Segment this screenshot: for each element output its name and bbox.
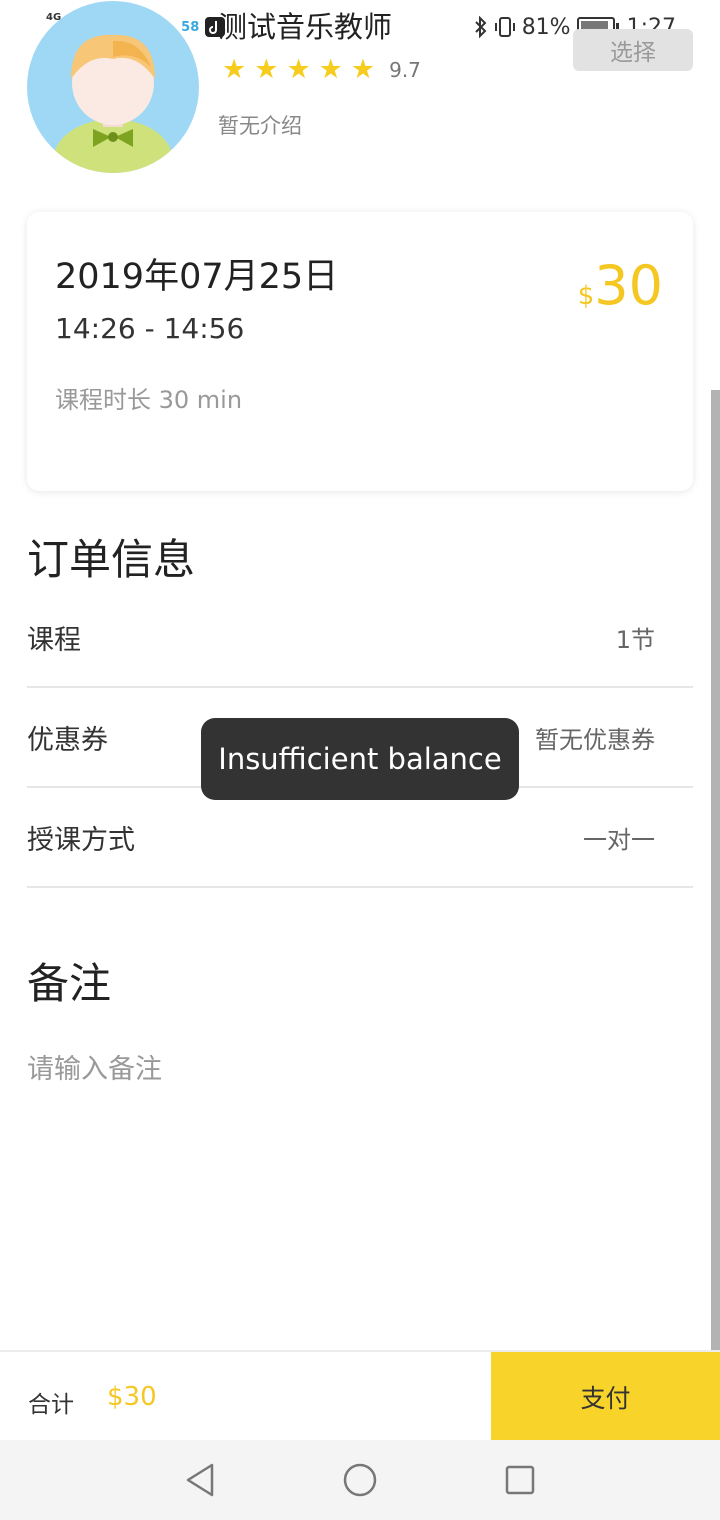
- total-value: $30: [107, 1382, 157, 1412]
- bluetooth-icon: [474, 16, 487, 38]
- teacher-rating: ★ ★ ★ ★ ★ 9.7: [222, 56, 421, 83]
- total-label: 合计: [28, 1392, 74, 1418]
- course-value: 1节: [615, 626, 655, 654]
- rating-score: 9.7: [389, 57, 421, 82]
- back-nav-icon[interactable]: [184, 1462, 216, 1498]
- scrollbar[interactable]: [711, 390, 720, 1435]
- select-button[interactable]: 选择: [573, 29, 693, 71]
- recents-nav-icon[interactable]: [504, 1464, 536, 1496]
- remarks-input[interactable]: [27, 1045, 667, 1093]
- coupon-value[interactable]: 暂无优惠券: [535, 720, 655, 755]
- lesson-date: 2019年07月25日: [55, 257, 339, 297]
- teacher-avatar: [27, 1, 199, 173]
- star-icon: ★: [318, 54, 343, 85]
- lesson-duration: 课程时长 30 min: [55, 386, 243, 414]
- star-icon: ★: [286, 54, 311, 85]
- remarks-title: 备注: [27, 959, 112, 1008]
- battery-percent: 81%: [521, 14, 571, 40]
- price-amount: 30: [594, 254, 663, 317]
- lesson-price: $30: [578, 254, 663, 317]
- vibrate-icon: [494, 17, 515, 37]
- pay-button[interactable]: 支付: [491, 1352, 720, 1442]
- system-nav-bar: [0, 1440, 720, 1520]
- course-label: 课程: [27, 625, 81, 656]
- avatar-illustration: [53, 34, 173, 173]
- order-row-course: 课程 1节: [27, 586, 693, 688]
- checkout-bar: 合计 $30 支付: [0, 1350, 720, 1442]
- order-info-title: 订单信息: [27, 535, 196, 584]
- teaching-mode-label: 授课方式: [27, 825, 135, 856]
- teacher-name: 测试音乐教师: [218, 10, 393, 44]
- teacher-intro: 暂无介绍: [218, 114, 302, 138]
- star-icon: ★: [254, 54, 279, 85]
- teaching-mode-value: 一对一: [583, 826, 655, 854]
- order-row-teaching-mode: 授课方式 一对一: [27, 786, 693, 888]
- lesson-time-range: 14:26 - 14:56: [55, 312, 245, 345]
- lesson-card: 2019年07月25日 14:26 - 14:56 课程时长 30 min $3…: [27, 212, 693, 491]
- app-badge-58: 58: [181, 19, 200, 35]
- price-currency: $: [577, 281, 595, 311]
- home-nav-icon[interactable]: [342, 1462, 378, 1498]
- coupon-label: 优惠券: [27, 725, 108, 756]
- star-icon: ★: [222, 54, 247, 85]
- star-icon: ★: [350, 54, 376, 85]
- toast-message: Insufficient balance: [201, 718, 519, 800]
